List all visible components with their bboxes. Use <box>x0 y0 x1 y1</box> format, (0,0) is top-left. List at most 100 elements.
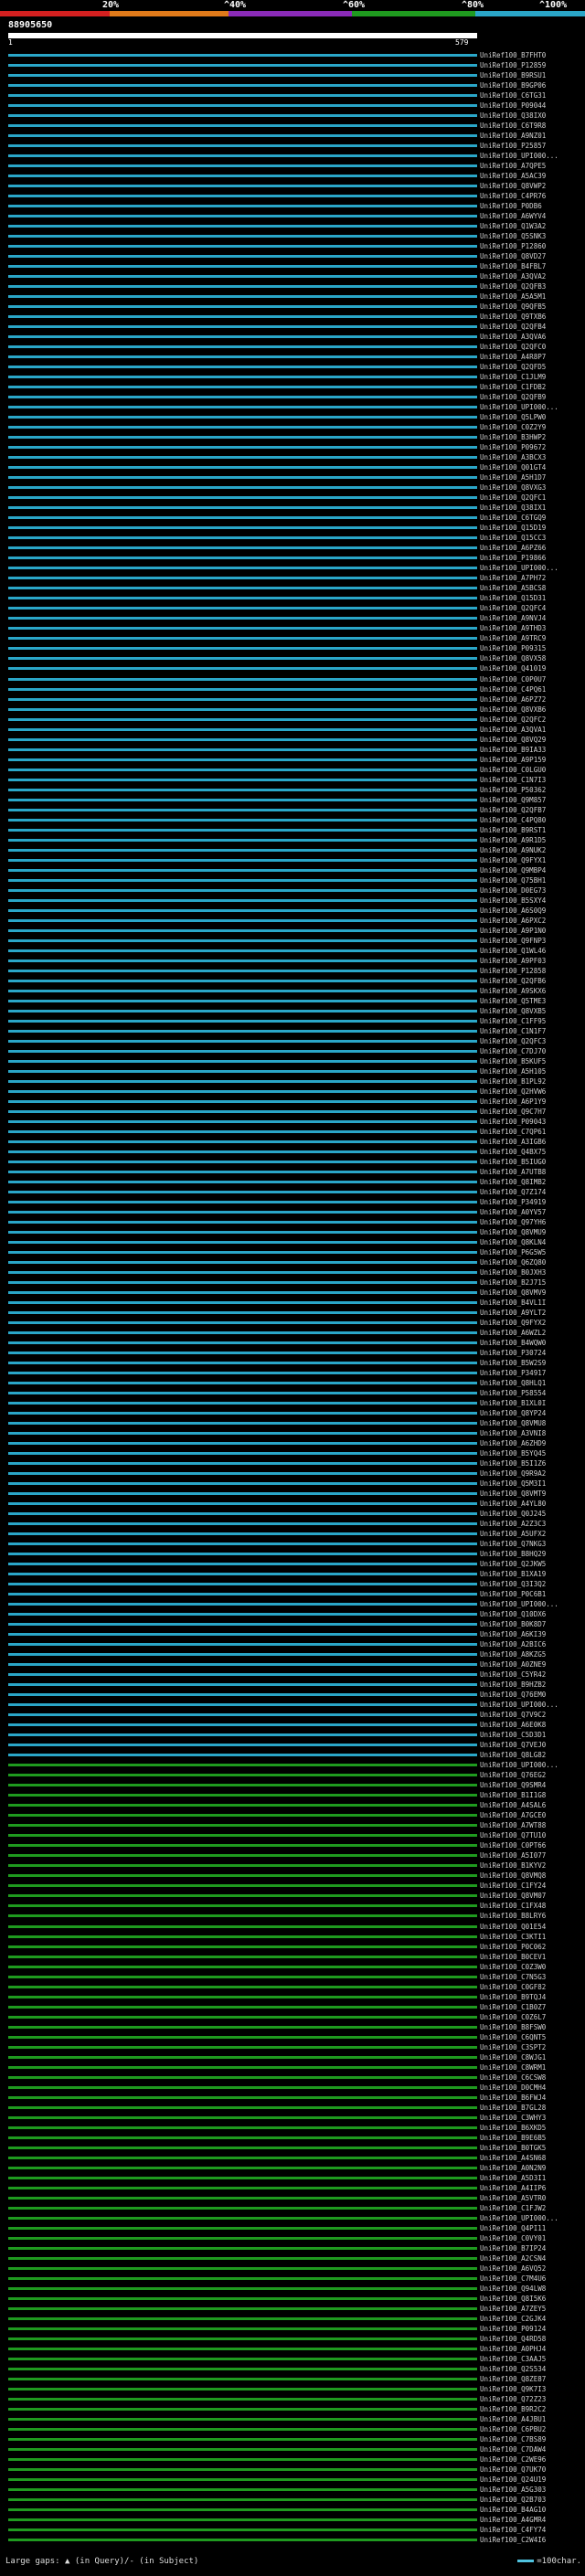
hit-row[interactable]: UniRef100_Q8VMT9 <box>0 1489 585 1498</box>
hit-label[interactable]: UniRef100_Q2S534 <box>480 2365 546 2373</box>
hit-row[interactable]: UniRef100_A6PZ72 <box>0 695 585 704</box>
hit-label[interactable]: UniRef100_Q10DX6 <box>480 1610 546 1618</box>
hit-row[interactable]: UniRef100_C4PR76 <box>0 192 585 200</box>
hit-label[interactable]: UniRef100_B7FHT0 <box>480 51 546 59</box>
hit-row[interactable]: UniRef100_C4FY74 <box>0 2526 585 2534</box>
hit-label[interactable]: UniRef100_B5W2S9 <box>480 1359 546 1367</box>
hit-label[interactable]: UniRef100_Q8VMT9 <box>480 1489 546 1498</box>
hit-row[interactable]: UniRef100_C0Z6L7 <box>0 2013 585 2021</box>
hit-row[interactable]: UniRef100_A9SKX6 <box>0 987 585 995</box>
hit-row[interactable]: UniRef100_Q24U19 <box>0 2475 585 2484</box>
hit-label[interactable]: UniRef100_A5A5M1 <box>480 292 546 301</box>
hit-label[interactable]: UniRef100_P6G5W5 <box>480 1248 546 1256</box>
hit-label[interactable]: UniRef100_P12859 <box>480 61 546 69</box>
hit-label[interactable]: UniRef100_B6XKD5 <box>480 2124 546 2132</box>
hit-row[interactable]: UniRef100_D0CMH4 <box>0 2083 585 2092</box>
hit-row[interactable]: UniRef100_C4PQ80 <box>0 816 585 824</box>
hit-row[interactable]: UniRef100_A7ZEY5 <box>0 2305 585 2313</box>
hit-row[interactable]: UniRef100_Q6ZQ80 <box>0 1258 585 1267</box>
hit-label[interactable]: UniRef100_Q2QFC4 <box>480 604 546 612</box>
hit-row[interactable]: UniRef100_C1FX48 <box>0 1902 585 1910</box>
hit-row[interactable]: UniRef100_Q4BX75 <box>0 1148 585 1156</box>
hit-label[interactable]: UniRef100_Q8KLN4 <box>480 1238 546 1246</box>
hit-label[interactable]: UniRef100_A7ZEY5 <box>480 2305 546 2313</box>
hit-row[interactable]: UniRef100_Q8HLQ1 <box>0 1379 585 1387</box>
hit-label[interactable]: UniRef100_A0YV57 <box>480 1208 546 1216</box>
hit-row[interactable]: UniRef100_C4PQ61 <box>0 685 585 694</box>
hit-row[interactable]: UniRef100_A5H105 <box>0 1067 585 1076</box>
hit-row[interactable]: UniRef100_Q8VMV9 <box>0 1288 585 1297</box>
hit-row[interactable]: UniRef100_B9E6B5 <box>0 2134 585 2142</box>
hit-row[interactable]: UniRef100_Q5SNK3 <box>0 232 585 240</box>
hit-row[interactable]: UniRef100_P09043 <box>0 1118 585 1126</box>
hit-label[interactable]: UniRef100_Q2B703 <box>480 2496 546 2504</box>
hit-row[interactable]: UniRef100_C1FF95 <box>0 1017 585 1025</box>
hit-label[interactable]: UniRef100_C3AAJ5 <box>480 2355 546 2363</box>
hit-row[interactable]: UniRef100_Q4RD58 <box>0 2335 585 2343</box>
hit-label[interactable]: UniRef100_B8HQ29 <box>480 1550 546 1558</box>
hit-label[interactable]: UniRef100_Q2HVW6 <box>480 1087 546 1096</box>
hit-label[interactable]: UniRef100_A3QVA1 <box>480 726 546 734</box>
hit-label[interactable]: UniRef100_Q9C7H7 <box>480 1108 546 1116</box>
hit-row[interactable]: UniRef100_P0C062 <box>0 1943 585 1951</box>
hit-row[interactable]: UniRef100_A3VNI8 <box>0 1429 585 1437</box>
hit-row[interactable]: UniRef100_C3SPT2 <box>0 2043 585 2051</box>
hit-label[interactable]: UniRef100_Q9QFB5 <box>480 302 546 311</box>
hit-label[interactable]: UniRef100_Q8VMU9 <box>480 1228 546 1236</box>
hit-row[interactable]: UniRef100_Q7TU10 <box>0 1831 585 1839</box>
hit-row[interactable]: UniRef100_P6G5W5 <box>0 1248 585 1256</box>
hit-row[interactable]: UniRef100_A9NZ01 <box>0 132 585 140</box>
hit-label[interactable]: UniRef100_C8WJG1 <box>480 2053 546 2062</box>
hit-label[interactable]: UniRef100_B3HWP2 <box>480 433 546 441</box>
hit-label[interactable]: UniRef100_P0C6B1 <box>480 1590 546 1598</box>
hit-row[interactable]: UniRef100_C3KTI1 <box>0 1933 585 1941</box>
hit-row[interactable]: UniRef100_A8KZG5 <box>0 1650 585 1659</box>
hit-label[interactable]: UniRef100_A0PHJ4 <box>480 2345 546 2353</box>
hit-row[interactable]: UniRef100_C0GF82 <box>0 1983 585 1991</box>
hit-label[interactable]: UniRef100_A2BIC6 <box>480 1640 546 1648</box>
hit-row[interactable]: UniRef100_Q3I3Q2 <box>0 1580 585 1588</box>
hit-row[interactable]: UniRef100_A2Z3C3 <box>0 1520 585 1528</box>
hit-label[interactable]: UniRef100_B9TQJ4 <box>480 1993 546 2001</box>
hit-row[interactable]: UniRef100_Q8VM07 <box>0 1892 585 1900</box>
hit-label[interactable]: UniRef100_A2CSN4 <box>480 2254 546 2263</box>
hit-label[interactable]: UniRef100_C6TGQ9 <box>480 514 546 522</box>
hit-row[interactable]: UniRef100_C1FY24 <box>0 1882 585 1890</box>
hit-label[interactable]: UniRef100_A3BCX3 <box>480 453 546 461</box>
hit-row[interactable]: UniRef100_Q8VWP2 <box>0 182 585 190</box>
hit-label[interactable]: UniRef100_B9E6B5 <box>480 2134 546 2142</box>
hit-row[interactable]: UniRef100_Q2QFB4 <box>0 323 585 331</box>
hit-label[interactable]: UniRef100_Q8VXB6 <box>480 705 546 714</box>
hit-row[interactable]: UniRef100_B9HZB2 <box>0 1680 585 1689</box>
hit-row[interactable]: UniRef100_B5I1Z6 <box>0 1459 585 1468</box>
hit-row[interactable]: UniRef100_P09672 <box>0 443 585 451</box>
hit-row[interactable]: UniRef100_P19866 <box>0 554 585 562</box>
hit-label[interactable]: UniRef100_A7UTB8 <box>480 1168 546 1176</box>
hit-row[interactable]: UniRef100_A6WYV4 <box>0 212 585 220</box>
hit-row[interactable]: UniRef100_B2J715 <box>0 1278 585 1287</box>
hit-row[interactable]: UniRef100_C6T9R8 <box>0 122 585 130</box>
hit-label[interactable]: UniRef100_Q2QFC2 <box>480 716 546 724</box>
hit-row[interactable]: UniRef100_C6TG31 <box>0 91 585 100</box>
hit-row[interactable]: UniRef100_A2CSN4 <box>0 2254 585 2263</box>
hit-row[interactable]: UniRef100_Q38IX0 <box>0 111 585 120</box>
hit-row[interactable]: UniRef100_Q76EG2 <box>0 1771 585 1779</box>
hit-label[interactable]: UniRef100_B0K8D7 <box>480 1620 546 1628</box>
hit-label[interactable]: UniRef100_A6PZ72 <box>480 695 546 704</box>
hit-row[interactable]: UniRef100_B1XA19 <box>0 1570 585 1578</box>
hit-row[interactable]: UniRef100_B1KYV2 <box>0 1861 585 1870</box>
hit-row[interactable]: UniRef100_B9RSU1 <box>0 71 585 80</box>
hit-row[interactable]: UniRef100_B9R2C2 <box>0 2405 585 2413</box>
hit-label[interactable]: UniRef100_C8WRM1 <box>480 2063 546 2072</box>
hit-row[interactable]: UniRef100_B1XL0I <box>0 1399 585 1407</box>
hit-row[interactable]: UniRef100_A9R1D5 <box>0 836 585 844</box>
hit-row[interactable]: UniRef100_B8FSW0 <box>0 2023 585 2031</box>
hit-row[interactable]: UniRef100_C2W4I6 <box>0 2536 585 2544</box>
hit-row[interactable]: UniRef100_C7M4U6 <box>0 2274 585 2283</box>
hit-label[interactable]: UniRef100_Q9FYX2 <box>480 1319 546 1327</box>
hit-row[interactable]: UniRef100_Q01E54 <box>0 1923 585 1931</box>
hit-row[interactable]: UniRef100_C0LGU0 <box>0 766 585 774</box>
hit-row[interactable]: UniRef100_Q8VMQ8 <box>0 1871 585 1880</box>
hit-row[interactable]: UniRef100_A4YL80 <box>0 1500 585 1508</box>
hit-label[interactable]: UniRef100_Q2QFB3 <box>480 282 546 291</box>
